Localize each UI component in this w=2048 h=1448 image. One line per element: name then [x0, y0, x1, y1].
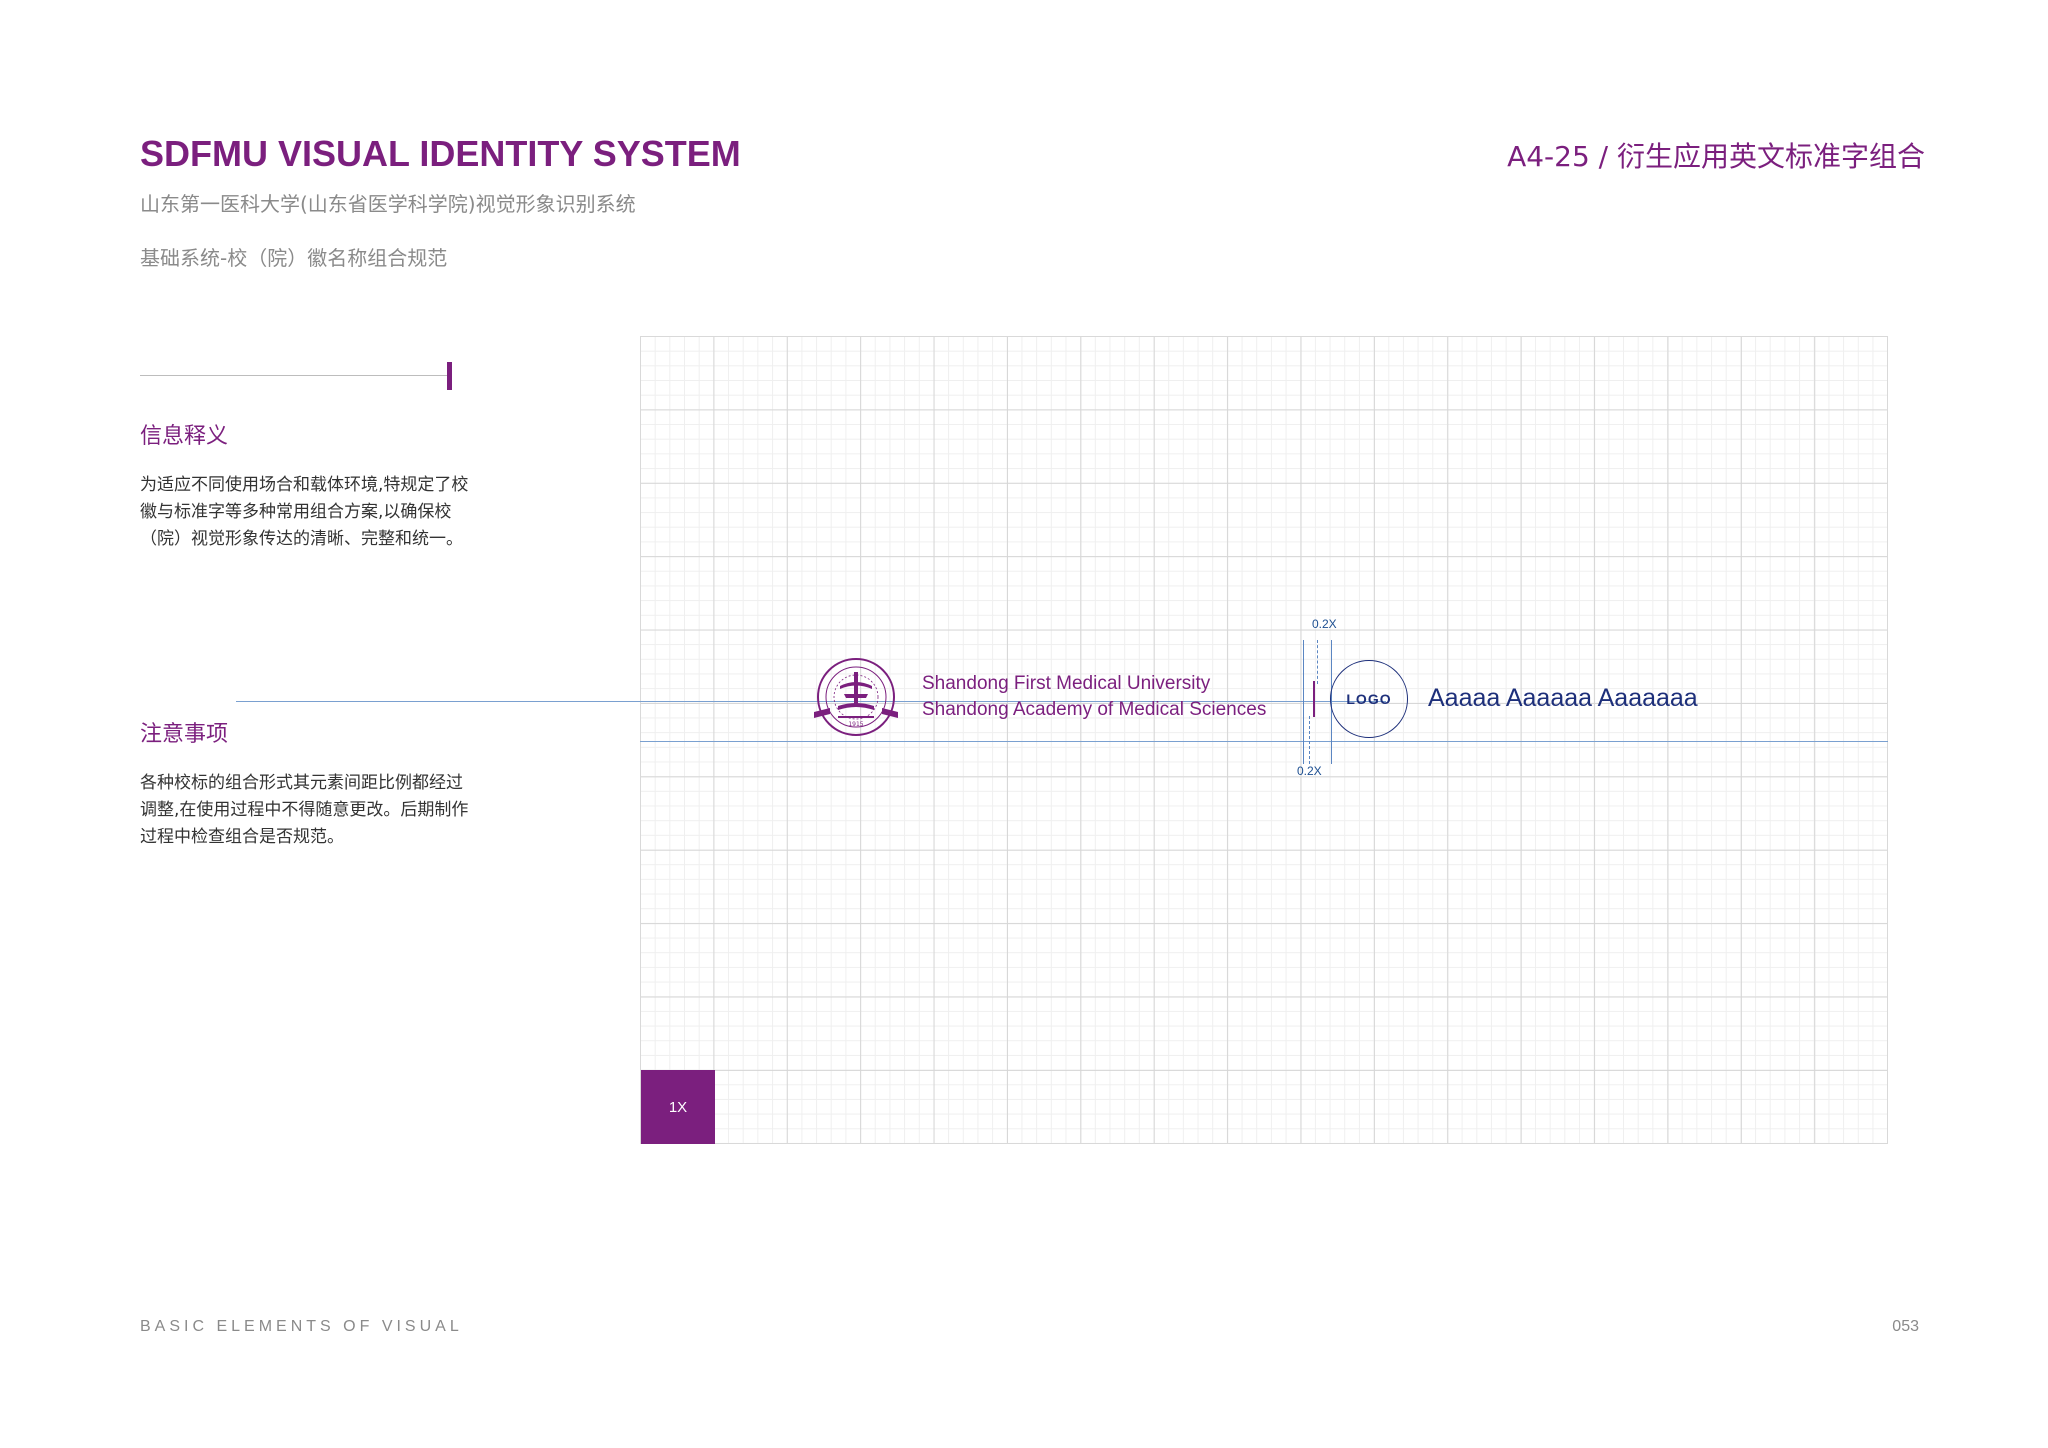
page-subtitle: 山东第一医科大学(山东省医学科学院)视觉形象识别系统 — [140, 192, 636, 216]
logo-placeholder: LOGO — [1330, 660, 1408, 738]
section-title: 基础系统-校（院）徽名称组合规范 — [140, 246, 448, 270]
university-name-line2: Shandong Academy of Medical Sciences — [922, 699, 1267, 720]
separator-bar — [1313, 681, 1315, 717]
guide-line-vertical-1 — [1303, 640, 1304, 764]
note-body: 各种校标的组合形式其元素间距比例都经过调整,在使用过程中不得随意更改。后期制作过… — [140, 773, 469, 847]
note-heading: 注意事项 — [140, 722, 229, 747]
sidebar-divider-line — [140, 375, 450, 376]
spacing-label-bottom: 0.2X — [1297, 764, 1322, 778]
guide-dash-bottom — [1309, 716, 1310, 764]
university-emblem-icon: 1915 — [814, 658, 898, 736]
spacing-label-top: 0.2X — [1312, 617, 1337, 631]
info-body: 为适应不同使用场合和载体环境,特规定了校徽与标准字等多种常用组合方案,以确保校（… — [140, 475, 469, 549]
unit-box: 1X — [641, 1070, 715, 1144]
guide-dash-top — [1317, 640, 1318, 684]
page-number: 053 — [1892, 1318, 1919, 1335]
university-name-line1: Shandong First Medical University — [922, 673, 1211, 694]
info-heading: 信息释义 — [140, 424, 229, 449]
sidebar-divider-mark — [447, 362, 452, 390]
page-title: SDFMU VISUAL IDENTITY SYSTEM — [140, 133, 741, 174]
logo-label: LOGO — [1346, 691, 1392, 707]
footer-label: BASIC ELEMENTS OF VISUAL — [140, 1318, 463, 1335]
derived-text-placeholder: Aaaaa Aaaaaa Aaaaaaa — [1428, 684, 1698, 712]
page-code: A4-25 / 衍生应用英文标准字组合 — [1507, 140, 1925, 173]
emblem-year: 1915 — [848, 721, 863, 728]
